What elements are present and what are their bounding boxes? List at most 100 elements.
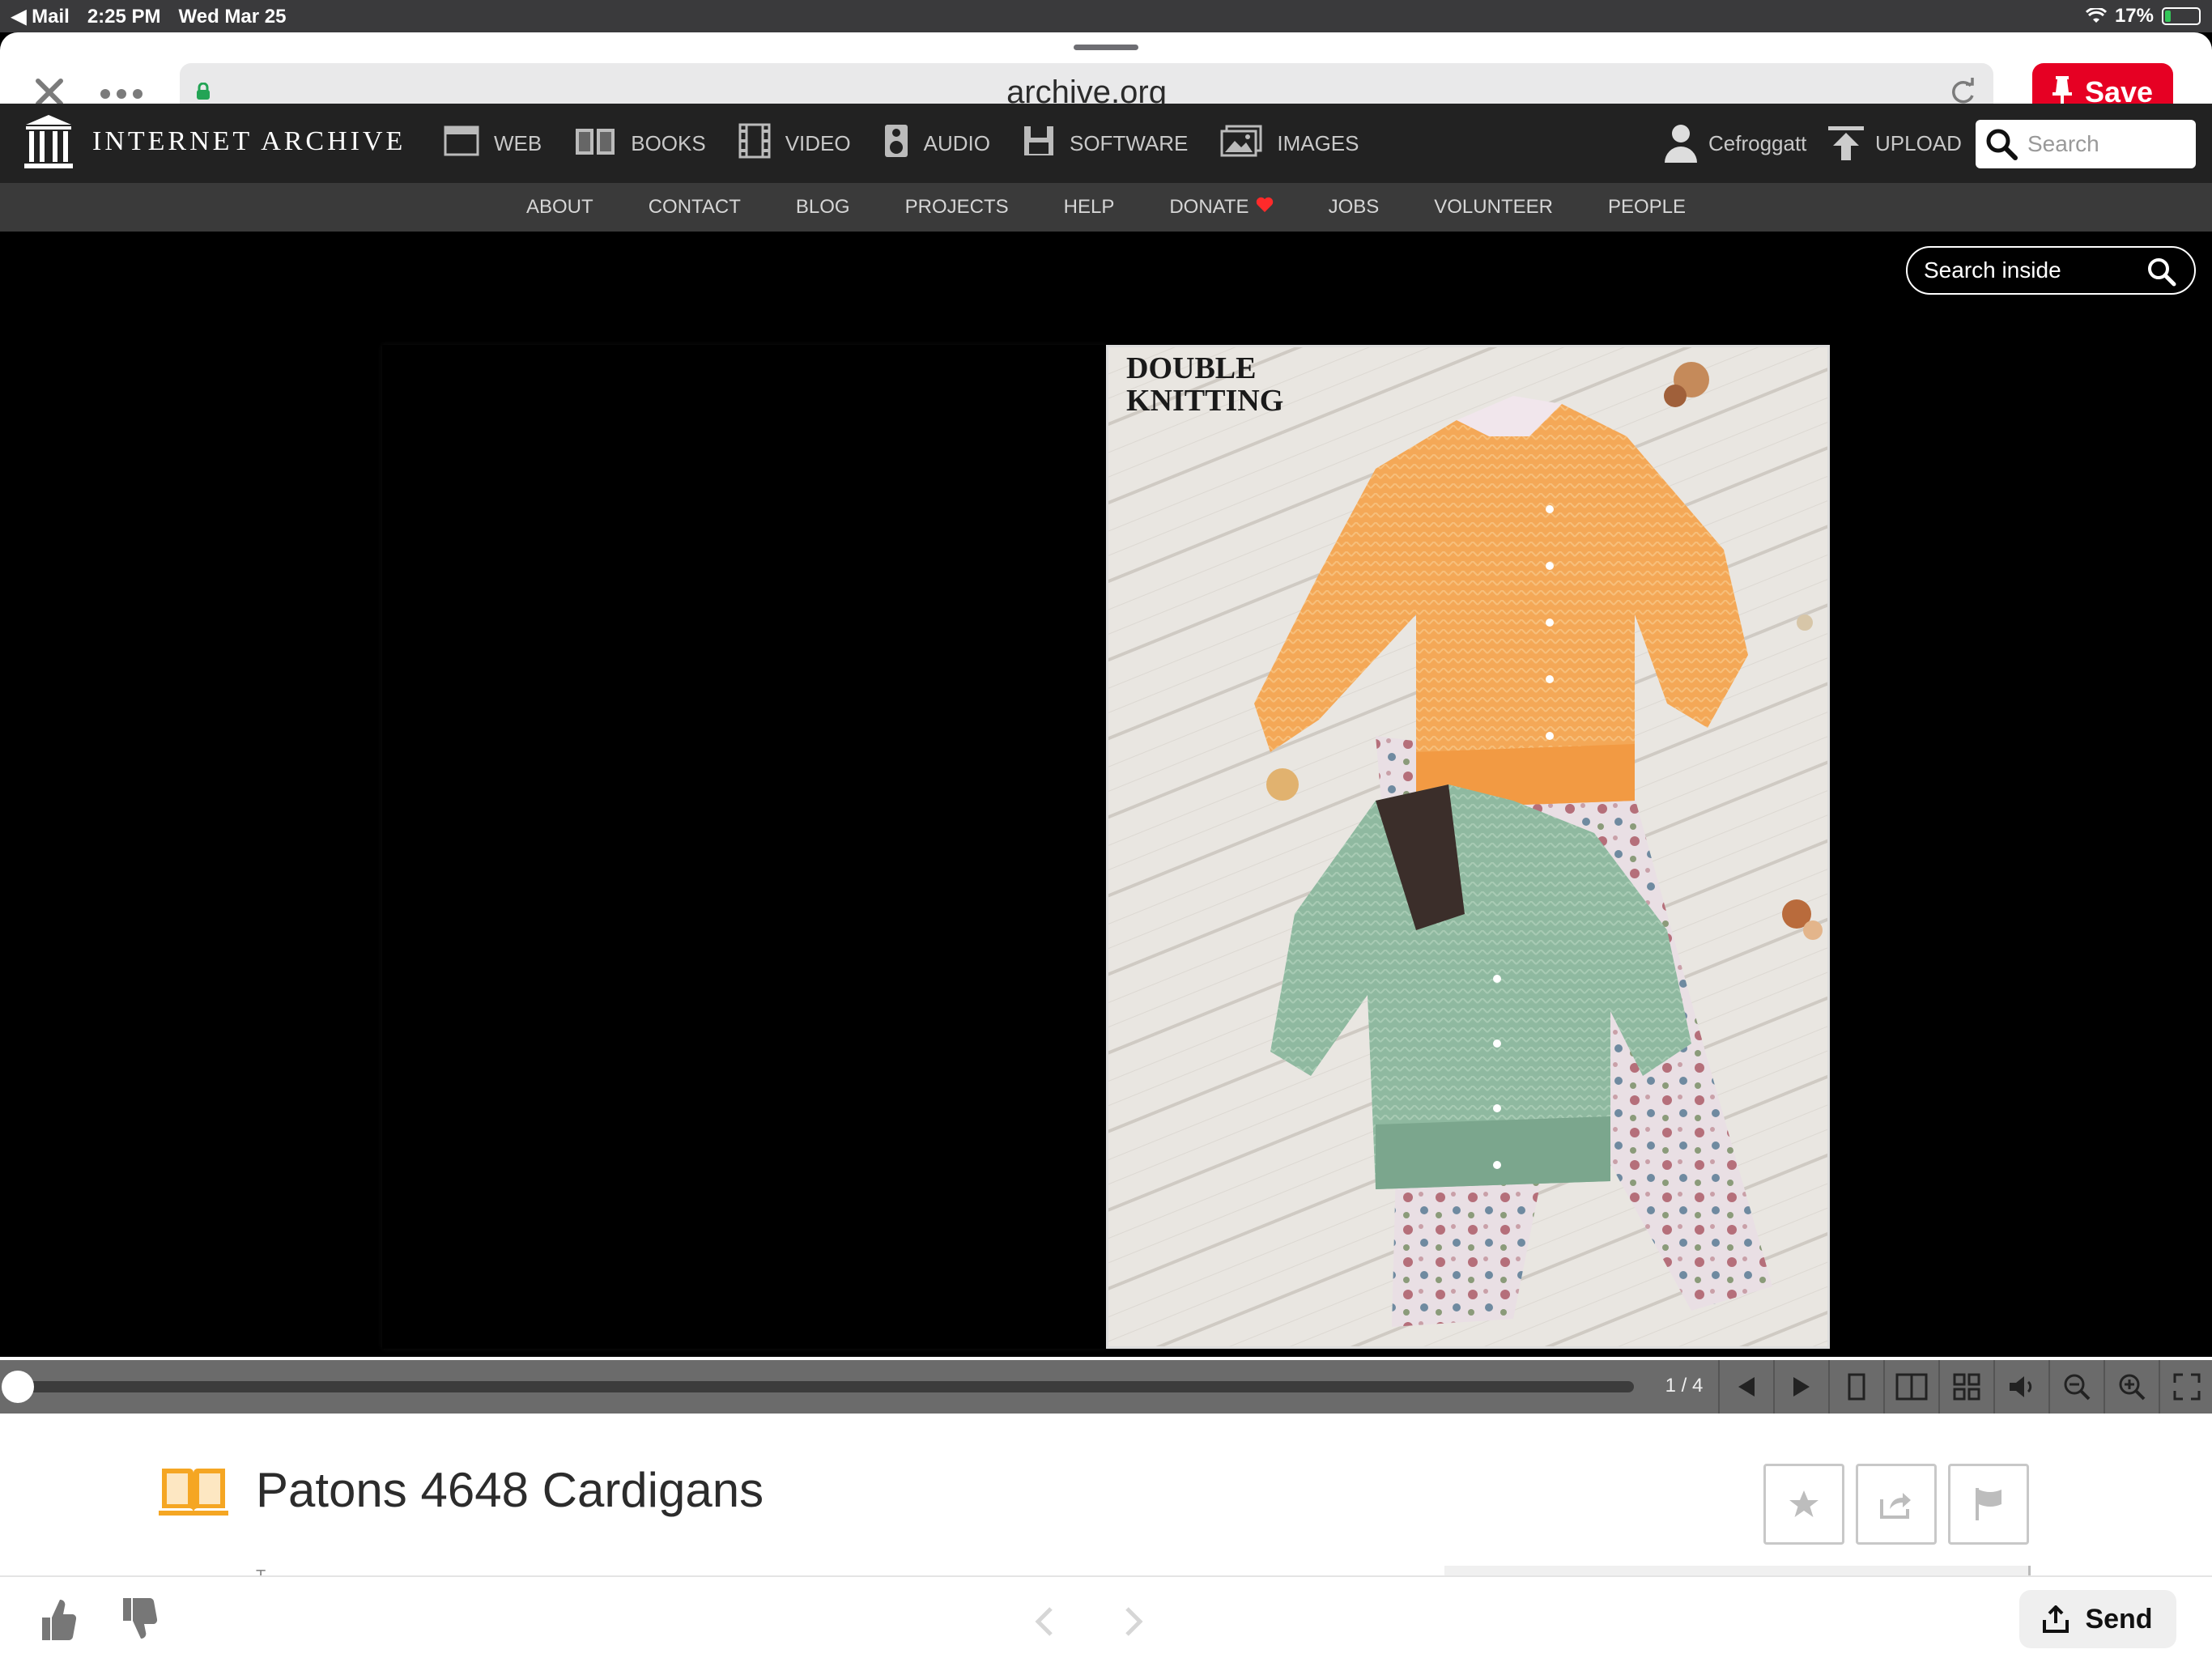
media-link-audio[interactable]: AUDIO [883,123,990,164]
status-bar: ◀ Mail 2:25 PM Wed Mar 25 17% [0,0,2212,32]
page-slider-track[interactable] [15,1381,1634,1392]
subnav-link-contact[interactable]: CONTACT [649,196,741,219]
chevron-right-icon[interactable] [1124,1603,1145,1647]
subnav-label: PEOPLE [1607,196,1686,218]
cover-title: DOUBLE KNITTING [1126,352,1283,417]
ia-logo-text: INTERNET ARCHIVE [92,126,406,156]
media-link-label: SOFTWARE [1069,130,1189,155]
sheet-grabber[interactable] [1074,45,1138,50]
send-label: Send [2085,1603,2153,1635]
ia-sub-nav: ABOUT CONTACT BLOG PROJECTS HELP DONATE JOBS VO… [0,183,2212,232]
wifi-icon [2085,8,2107,23]
video-icon [738,123,771,164]
reader-nav-bar: 1 / 4 [0,1360,2212,1414]
ia-top-nav: INTERNET ARCHIVE WEB BOOKS VIDEO AUDIO SOFTW… [0,104,2212,183]
screen: ◀ Mail 2:25 PM Wed Mar 25 17% archive.or… [0,0,2212,1658]
fullscreen-button[interactable] [2159,1360,2212,1414]
media-link-books[interactable]: BOOKS [574,125,706,162]
subnav-label: ABOUT [526,196,593,218]
upload-label: UPLOAD [1875,130,1962,155]
subnav-label: BLOG [795,196,850,218]
subnav-link-volunteer[interactable]: VOLUNTEER [1434,196,1553,219]
media-link-label: AUDIO [923,130,990,155]
media-link-label: BOOKS [631,130,706,155]
status-date: Wed Mar 25 [178,5,287,28]
thumbnail-view-button[interactable] [1938,1360,1993,1414]
media-link-video[interactable]: VIDEO [738,123,851,164]
media-link-label: VIDEO [785,130,851,155]
item-title: Patons 4648 Cardigans [256,1463,764,1517]
search-inside-placeholder: Search inside [1924,257,2061,283]
reader-controls [1718,1360,2212,1414]
zoom-in-button[interactable] [2104,1360,2159,1414]
prev-page-button[interactable] [1718,1360,1773,1414]
subnav-link-projects[interactable]: PROJECTS [905,196,1009,219]
subnav-link-about[interactable]: ABOUT [526,196,593,219]
two-page-icon [1895,1373,1928,1401]
read-aloud-button[interactable] [1993,1360,2048,1414]
subnav-label: PROJECTS [904,196,1009,218]
subnav-link-help[interactable]: HELP [1064,196,1115,219]
single-page-icon [1848,1373,1865,1401]
subnav-link-donate[interactable]: DONATE [1169,196,1273,219]
zoom-out-icon [2064,1374,2091,1401]
subnav-label: VOLUNTEER [1434,196,1553,218]
subnav-link-people[interactable]: PEOPLE [1608,196,1686,219]
book-page-right[interactable]: DOUBLE KNITTING [1106,345,1830,1349]
images-icon [1220,125,1262,163]
fullscreen-icon [2173,1373,2201,1401]
star-icon [1789,1490,1819,1517]
cover-photo-cardigans [1108,347,1827,1346]
ia-search-placeholder: Search [2027,131,2099,156]
media-link-label: IMAGES [1277,130,1359,155]
back-to-mail-link[interactable]: ◀ Mail [11,5,70,28]
share-button[interactable] [1856,1464,1937,1545]
back-app-label: Mail [32,6,70,28]
triangle-right-icon [1793,1377,1810,1397]
web-icon [444,125,479,162]
page-slider-handle[interactable] [2,1371,34,1403]
ia-search-field[interactable]: Search [1976,120,2196,168]
media-link-software[interactable]: SOFTWARE [1023,125,1188,163]
speaker-icon [2010,1376,2032,1397]
user-menu[interactable]: Cefroggatt [1665,104,1806,183]
ia-logo-link[interactable]: INTERNET ARCHIVE [23,113,406,170]
item-header: Patons 4648 Cardigans T... [0,1414,2212,1584]
user-icon [1665,125,1697,163]
send-button[interactable]: Send [2019,1590,2176,1648]
chevron-left-icon[interactable] [1033,1603,1054,1647]
battery-icon [2162,7,2201,25]
thumbs-down-icon[interactable] [118,1596,159,1642]
subnav-link-jobs[interactable]: JOBS [1329,196,1380,219]
ia-building-icon [24,115,73,168]
upload-link[interactable]: UPLOAD [1828,104,1962,183]
zoom-out-button[interactable] [2048,1360,2104,1414]
favorite-button[interactable] [1763,1464,1844,1545]
share-upload-icon [2043,1605,2069,1633]
username: Cefroggatt [1708,130,1807,155]
share-icon [1880,1493,1911,1519]
upload-icon [1828,126,1864,160]
ia-media-menu: WEB BOOKS VIDEO AUDIO SOFTWARE IMAGES [444,104,1359,183]
cover-title-line1: DOUBLE [1126,351,1257,385]
media-link-label: WEB [494,130,542,155]
media-link-images[interactable]: IMAGES [1220,125,1359,163]
two-page-view-button[interactable] [1883,1360,1938,1414]
status-time: 2:25 PM [87,5,161,28]
next-page-button[interactable] [1773,1360,1828,1414]
subnav-label: DONATE [1169,196,1249,218]
audio-icon [883,123,909,164]
cover-title-line2: KNITTING [1126,384,1284,418]
flag-button[interactable] [1948,1464,2029,1545]
thumbs-up-icon[interactable] [37,1596,78,1642]
one-page-view-button[interactable] [1828,1360,1883,1414]
media-link-web[interactable]: WEB [444,125,542,162]
subnav-link-blog[interactable]: BLOG [796,196,850,219]
search-inside-field[interactable]: Search inside [1906,246,2196,295]
ellipsis-icon [100,89,143,99]
book-page-left[interactable] [382,345,1106,1349]
heart-icon [1256,196,1274,219]
subnav-label: CONTACT [648,196,741,218]
subnav-label: JOBS [1328,196,1380,218]
book-reader: Search inside DOUBLE KNITTING [0,232,2212,1357]
